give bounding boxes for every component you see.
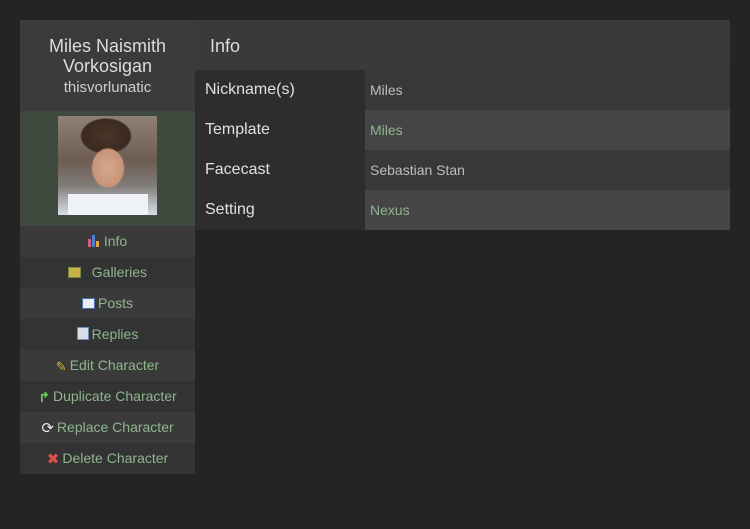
info-label: Template [195,110,365,150]
character-name: Miles Naismith Vorkosigan [48,36,167,76]
info-row-setting: Setting Nexus [195,190,730,230]
nav-edit-label: Edit Character [69,357,160,373]
info-row-nickname: Nickname(s) Miles [195,70,730,110]
character-header: Miles Naismith Vorkosigan thisvorlunatic [20,20,195,111]
nav-replies[interactable]: Replies [20,319,195,350]
nav-delete-character[interactable]: ✖ Delete Character [20,443,195,474]
replies-icon [76,327,89,340]
pencil-icon: ✎ [55,359,67,374]
nav-duplicate-character[interactable]: ↱ Duplicate Character [20,381,195,412]
info-label: Nickname(s) [195,70,365,110]
duplicate-arrow-icon: ↱ [38,389,50,405]
nav-galleries-label: Galleries [91,264,148,280]
nav-duplicate-label: Duplicate Character [53,388,177,404]
nav-info-label: Info [103,233,128,249]
posts-icon [81,298,95,309]
avatar-shirt [68,194,148,215]
info-icon [87,234,101,247]
nav-replace-label: Replace Character [56,419,174,435]
info-value: Sebastian Stan [365,150,730,190]
avatar-container [20,111,195,226]
nav-edit-character[interactable]: ✎ Edit Character [20,350,195,381]
nav-replies-label: Replies [91,326,139,342]
info-label: Setting [195,190,365,230]
content-title: Info [210,36,241,56]
template-link[interactable]: Miles [365,110,730,150]
galleries-icon [67,267,81,278]
info-row-facecast: Facecast Sebastian Stan [195,150,730,190]
nav-replace-character[interactable]: ⟳ Replace Character [20,412,195,443]
nav-posts[interactable]: Posts [20,288,195,319]
nav-posts-label: Posts [97,295,133,311]
delete-x-icon: ✖ [46,451,60,468]
info-content: Info Nickname(s) Miles Template Miles Fa… [195,20,730,230]
nav-delete-label: Delete Character [62,450,169,466]
character-username[interactable]: thisvorlunatic [20,79,195,96]
nav-galleries[interactable]: Galleries [20,257,195,288]
replace-arrows-icon: ⟳ [41,420,54,437]
info-value: Miles [365,70,730,110]
avatar [58,116,157,215]
setting-link[interactable]: Nexus [365,190,730,230]
info-label: Facecast [195,150,365,190]
sidebar: Miles Naismith Vorkosigan thisvorlunatic… [20,20,195,474]
sidebar-nav: Info Galleries Posts Replies ✎ Edit Chara… [20,226,195,474]
character-panel: Miles Naismith Vorkosigan thisvorlunatic… [20,20,730,474]
nav-info[interactable]: Info [20,226,195,257]
info-row-template: Template Miles [195,110,730,150]
